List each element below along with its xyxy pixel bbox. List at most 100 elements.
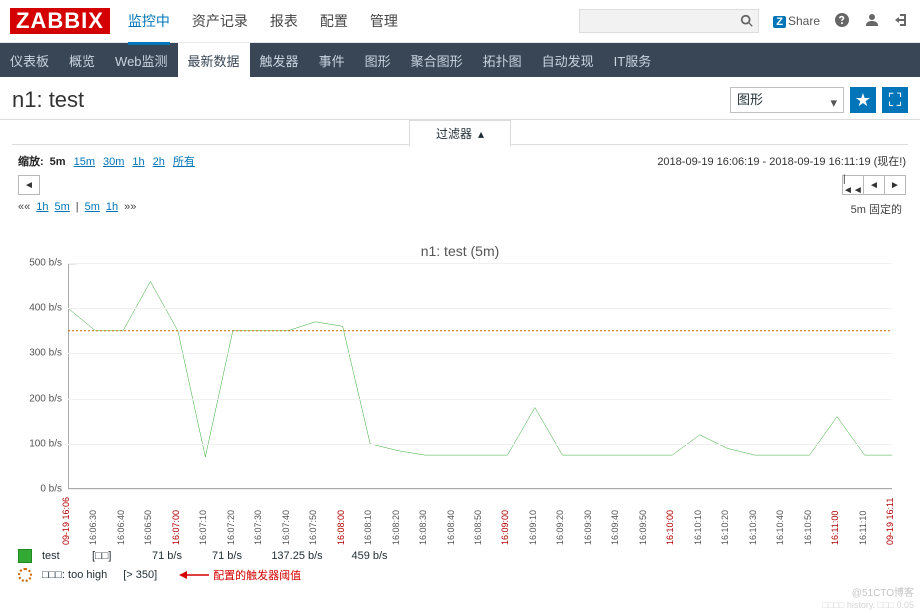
filter-toggle[interactable]: 过滤器 ▴: [409, 120, 511, 147]
series-swatch: [18, 549, 32, 563]
logout-icon[interactable]: [894, 12, 910, 31]
x-tick-label: 16:11:10: [858, 511, 868, 545]
y-tick-label: 300 b/s: [29, 348, 62, 359]
topnav-item[interactable]: 配置: [320, 11, 348, 31]
zoom-label: 缩放:: [18, 153, 44, 169]
zoom-option[interactable]: 所有: [173, 156, 195, 168]
help-icon[interactable]: [834, 12, 850, 31]
time-range: 2018-09-19 16:06:19 - 2018-09-19 16:11:1…: [657, 153, 906, 169]
x-tick-label: 16:10:30: [748, 510, 758, 545]
legend-series-name: test: [42, 550, 82, 562]
shift-row: «« 1h 5m | 5m 1h »» 5m 固定的: [0, 199, 920, 227]
legend: test [□□] 71 b/s 71 b/s 137.25 b/s 459 b…: [18, 549, 902, 583]
sub-nav: 仪表板 概览 Web监测最新数据触发器 事件 图形 聚合图形 拓扑图 自动发现 IT服务: [0, 43, 920, 77]
subnav-item[interactable]: 事件: [319, 51, 345, 70]
x-tick-label: 16:09:30: [583, 510, 593, 545]
nav-back-button[interactable]: ◄: [864, 175, 885, 195]
topnav-item[interactable]: 资产记录: [192, 11, 248, 31]
trigger-swatch: [18, 568, 32, 582]
x-tick-label: 16:10:20: [720, 510, 730, 545]
shift-link[interactable]: 1h: [36, 201, 48, 213]
subnav-item[interactable]: IT服务: [614, 51, 652, 70]
logo: ZABBIX: [10, 8, 110, 34]
y-tick-label: 0 b/s: [40, 484, 62, 495]
fixed-label: 5m 固定的: [851, 201, 902, 217]
x-tick-label: 16:06:30: [88, 510, 98, 545]
search-icon: [740, 14, 754, 28]
x-tick-label: 16:11:00: [830, 511, 840, 545]
shift-link[interactable]: ««: [18, 201, 30, 213]
x-tick-label: 16:08:50: [473, 510, 483, 545]
shift-link: |: [76, 201, 79, 213]
subnav-item[interactable]: 概览: [69, 51, 95, 70]
x-tick-label: 16:08:40: [446, 510, 456, 545]
watermark: @51CTO博客: [852, 584, 914, 599]
x-tick-label: 16:09:50: [638, 510, 648, 545]
x-tick-label: 16:07:20: [226, 510, 236, 545]
x-tick-label: 16:07:30: [253, 510, 263, 545]
y-tick-label: 200 b/s: [29, 393, 62, 404]
arrow-icon: [179, 570, 209, 580]
x-tick-label: 16:08:00: [336, 510, 346, 545]
x-tick-label: 16:06:50: [143, 510, 153, 545]
chart-area: n1: test (5m) 0 b/s 100 b/s 200 b/s 300 b/s…: [18, 237, 902, 545]
nav-next-button[interactable]: ►: [885, 175, 906, 195]
view-select[interactable]: 图形: [730, 87, 844, 113]
chart-title: n1: test (5m): [18, 237, 902, 263]
x-tick-label: 16:07:50: [308, 510, 318, 545]
x-tick-label: 16:08:10: [363, 510, 373, 545]
shift-link[interactable]: 5m: [55, 201, 70, 213]
topnav-item[interactable]: 报表: [270, 11, 298, 31]
x-tick-label: 16:10:00: [665, 510, 675, 545]
fullscreen-button[interactable]: ⛶: [882, 87, 908, 113]
trigger-annotation: 配置的触发器阈值: [179, 567, 301, 583]
nav-prev-button[interactable]: ◄: [18, 175, 40, 195]
x-tick-label: 16:06:40: [116, 510, 126, 545]
subnav-item[interactable]: 最新数据: [178, 43, 250, 78]
x-tick-label: 16:07:10: [198, 510, 208, 545]
zoom-option[interactable]: 1h: [132, 156, 144, 168]
zoom-bar: 缩放: 5m 15m 30m 1h 2h 所有 2018-09-19 16:06:19 -…: [0, 145, 920, 173]
x-tick-label: 16:10:10: [693, 510, 703, 545]
y-tick-label: 400 b/s: [29, 303, 62, 314]
x-tick-label: 16:09:00: [500, 510, 510, 545]
x-tick-label: 16:09:10: [528, 510, 538, 545]
page-title: n1: test: [12, 87, 84, 113]
x-tick-label: 16:09:20: [555, 510, 565, 545]
shift-link[interactable]: 5m: [85, 201, 100, 213]
share-button[interactable]: ZShare: [773, 14, 820, 28]
chevron-up-icon: ▴: [478, 127, 484, 141]
footer-text: □□□□ history. □□□ 0.05: [823, 600, 914, 610]
y-tick-label: 100 b/s: [29, 438, 62, 449]
x-tick-label: 16:07:40: [281, 510, 291, 545]
x-tick-label: 09-19 16:11: [885, 498, 895, 545]
subnav-item[interactable]: 自动发现: [542, 51, 594, 70]
subnav-item[interactable]: 仪表板: [10, 51, 49, 70]
shift-link[interactable]: »»: [124, 201, 136, 213]
search-input[interactable]: [579, 9, 759, 33]
subnav-item[interactable]: 触发器: [260, 51, 299, 70]
favorite-button[interactable]: ★: [850, 87, 876, 113]
x-tick-label: 16:10:50: [803, 510, 813, 545]
subnav-item[interactable]: 聚合图形: [411, 51, 463, 70]
topnav-item[interactable]: 管理: [370, 11, 398, 31]
nav-first-button[interactable]: |◄◄: [842, 175, 864, 195]
x-tick-label: 16:10:40: [775, 510, 785, 545]
x-tick-label: 09-19 16:06: [61, 497, 71, 545]
zoom-option[interactable]: 2h: [153, 156, 165, 168]
topnav-item[interactable]: 监控中: [128, 11, 170, 45]
user-icon[interactable]: [864, 12, 880, 31]
legend-trigger-name: □□□: too high: [42, 569, 107, 581]
x-tick-label: 16:07:00: [171, 510, 181, 545]
zoom-option[interactable]: 30m: [103, 156, 124, 168]
x-tick-label: 16:08:20: [391, 510, 401, 545]
subnav-item[interactable]: 图形: [365, 51, 391, 70]
shift-link[interactable]: 1h: [106, 201, 118, 213]
top-nav: 监控中 资产记录 报表 配置 管理: [128, 0, 398, 42]
subnav-item[interactable]: Web监测: [115, 51, 168, 70]
x-tick-label: 16:08:30: [418, 510, 428, 545]
zoom-option[interactable]: 15m: [74, 156, 95, 168]
zoom-option[interactable]: 5m: [50, 156, 66, 168]
subnav-item[interactable]: 拓扑图: [483, 51, 522, 70]
y-tick-label: 500 b/s: [29, 258, 62, 269]
